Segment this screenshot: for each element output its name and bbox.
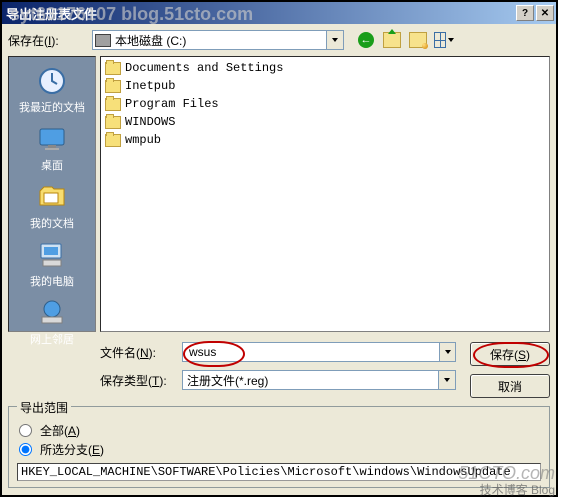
folder-icon	[105, 134, 121, 147]
chevron-down-icon	[445, 350, 451, 354]
chevron-down-icon	[444, 378, 450, 382]
export-range-title: 导出范围	[17, 399, 71, 416]
branch-path-input[interactable]	[17, 463, 541, 481]
filename-input[interactable]	[187, 344, 439, 360]
place-computer[interactable]: 我的电脑	[13, 235, 91, 293]
folder-icon	[105, 98, 121, 111]
close-button[interactable]: ✕	[536, 5, 554, 21]
save-in-combo[interactable]: 本地磁盘 (C:)	[92, 30, 344, 50]
nav-new-folder-button[interactable]	[408, 30, 428, 50]
filetype-value: 注册文件(*.reg)	[187, 372, 438, 389]
desktop-icon	[36, 123, 68, 155]
cancel-button[interactable]: 取消	[470, 374, 550, 398]
file-name: WINDOWS	[125, 114, 175, 130]
nav-back-button[interactable]: ←	[356, 30, 376, 50]
file-list[interactable]: Documents and Settings Inetpub Program F…	[100, 56, 550, 332]
filename-combo[interactable]	[182, 342, 456, 362]
place-label: 我的文档	[30, 218, 74, 230]
file-name: wmpub	[125, 132, 161, 148]
file-name: Program Files	[125, 96, 219, 112]
save-in-value: 本地磁盘 (C:)	[115, 32, 326, 49]
arrow-left-icon: ←	[358, 32, 374, 48]
my-computer-icon	[36, 239, 68, 271]
radio-branch[interactable]	[19, 443, 32, 456]
radio-branch-row[interactable]: 所选分支(E)	[17, 440, 541, 459]
file-name: Inetpub	[125, 78, 175, 94]
place-recent[interactable]: 我最近的文档	[13, 61, 91, 119]
file-name: Documents and Settings	[125, 60, 283, 76]
radio-all-row[interactable]: 全部(A)	[17, 421, 541, 440]
radio-all-label: 全部(A)	[40, 422, 80, 439]
folder-icon	[105, 62, 121, 75]
filetype-combo[interactable]: 注册文件(*.reg)	[182, 370, 456, 390]
list-item[interactable]: Inetpub	[103, 77, 547, 95]
folder-new-icon	[409, 32, 427, 48]
radio-branch-label: 所选分支(E)	[40, 441, 104, 458]
place-label: 我最近的文档	[19, 102, 85, 114]
recent-docs-icon	[36, 65, 68, 97]
filetype-row: 保存类型(T): 注册文件(*.reg)	[100, 370, 456, 390]
title-bar: 导出注册表文件 ? ✕	[2, 2, 556, 24]
drive-icon	[95, 34, 111, 47]
filetype-label: 保存类型(T):	[100, 372, 182, 389]
list-item[interactable]: Program Files	[103, 95, 547, 113]
place-mydocs[interactable]: 我的文档	[13, 177, 91, 235]
my-documents-icon	[36, 181, 68, 213]
filename-row: 文件名(N):	[100, 342, 456, 362]
place-label: 我的电脑	[30, 276, 74, 288]
list-item[interactable]: wmpub	[103, 131, 547, 149]
window-title: 导出注册表文件	[6, 4, 514, 23]
export-range-group: 导出范围 全部(A) 所选分支(E)	[8, 406, 550, 488]
places-bar: 我最近的文档 桌面 我的文档 我的电脑 网上邻居	[8, 56, 96, 332]
radio-all[interactable]	[19, 424, 32, 437]
chevron-down-icon	[332, 38, 338, 42]
place-desktop[interactable]: 桌面	[13, 119, 91, 177]
list-item[interactable]: Documents and Settings	[103, 59, 547, 77]
chevron-down-icon	[448, 38, 454, 42]
save-in-row: 保存在(I): 本地磁盘 (C:) ←	[2, 24, 556, 56]
place-label: 桌面	[41, 160, 63, 172]
views-grid-icon	[434, 32, 446, 48]
save-button[interactable]: 保存(S)	[470, 342, 550, 366]
nav-up-button[interactable]	[382, 30, 402, 50]
folder-up-icon	[383, 32, 401, 48]
nav-views-button[interactable]	[434, 30, 454, 50]
save-in-label: 保存在(I):	[8, 32, 88, 49]
folder-icon	[105, 116, 121, 129]
filename-label: 文件名(N):	[100, 344, 182, 361]
help-button[interactable]: ?	[516, 5, 534, 21]
network-places-icon	[36, 297, 68, 329]
list-item[interactable]: WINDOWS	[103, 113, 547, 131]
folder-icon	[105, 80, 121, 93]
